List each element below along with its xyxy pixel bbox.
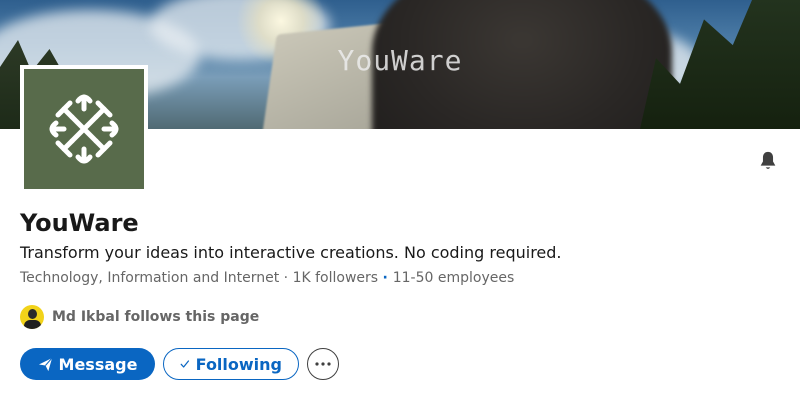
more-icon — [315, 362, 331, 366]
follower-highlight[interactable]: Md Ikbal follows this page — [20, 305, 259, 329]
banner-title: YouWare — [337, 44, 463, 77]
company-employees[interactable]: 11-50 employees — [393, 270, 515, 286]
bell-icon — [760, 151, 776, 170]
follower-highlight-text: Md Ikbal follows this page — [52, 309, 260, 325]
company-meta: Technology, Information and Internet · 1… — [20, 270, 514, 286]
company-followers[interactable]: 1K followers — [293, 270, 379, 286]
following-button[interactable]: Following — [163, 348, 299, 380]
notifications-bell-button[interactable] — [756, 149, 780, 173]
more-options-button[interactable] — [307, 348, 339, 380]
action-bar: Message Following — [20, 348, 339, 380]
message-button[interactable]: Message — [20, 348, 155, 380]
company-tagline: Transform your ideas into interactive cr… — [20, 243, 562, 262]
check-icon — [180, 360, 190, 368]
company-name: YouWare — [20, 209, 139, 237]
separator-dot: · — [283, 270, 293, 286]
following-button-label: Following — [195, 354, 282, 374]
separator-dot: · — [382, 270, 393, 286]
company-logo[interactable] — [20, 65, 148, 193]
message-button-label: Message — [58, 354, 138, 374]
avatar — [20, 305, 44, 329]
company-industry: Technology, Information and Internet — [20, 270, 280, 286]
youware-logo-icon — [24, 69, 144, 189]
send-icon — [38, 357, 53, 371]
